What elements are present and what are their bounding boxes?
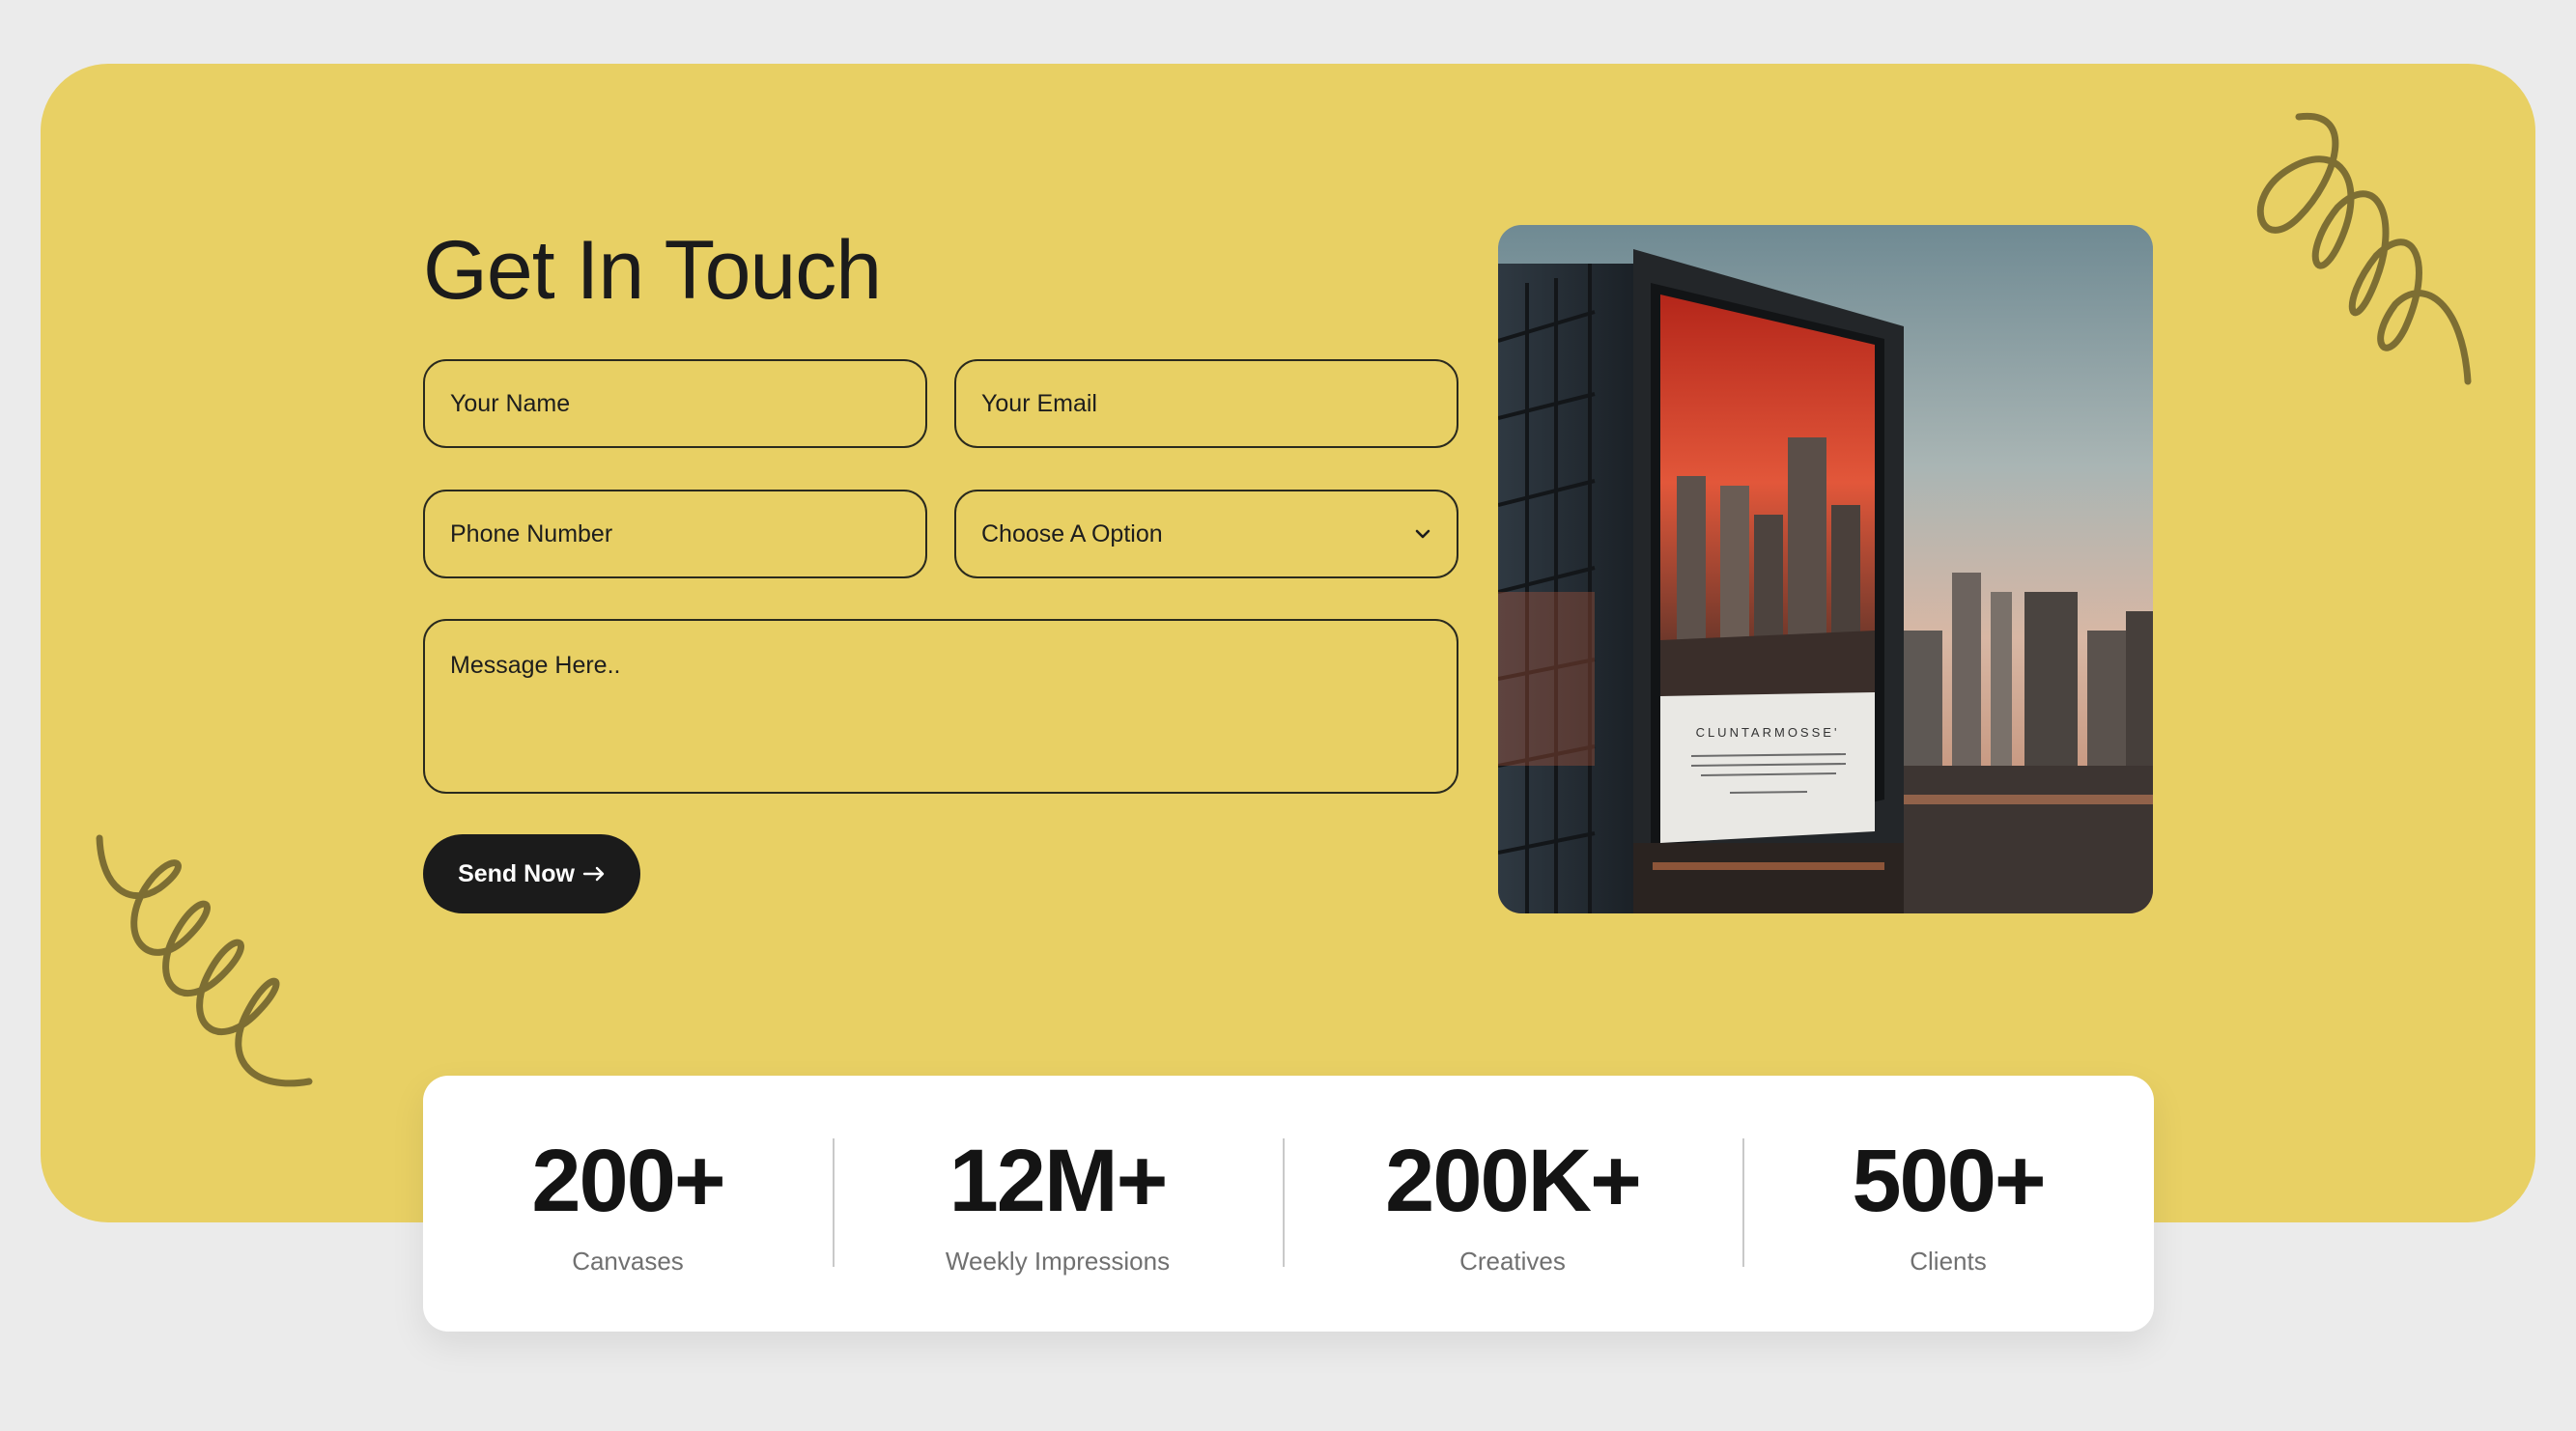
stat-creatives: 200K+ Creatives — [1283, 1076, 1742, 1332]
stat-label: Clients — [1910, 1247, 1987, 1276]
stat-label: Creatives — [1459, 1247, 1566, 1276]
stat-label: Weekly Impressions — [945, 1247, 1171, 1276]
page: Get In Touch Your Name Your Email Phone … — [0, 0, 2576, 1431]
stats-card: 200+ Canvases 12M+ Weekly Impressions 20… — [423, 1076, 2154, 1332]
message-field[interactable]: Message Here.. — [423, 619, 1458, 794]
chevron-down-icon — [1412, 523, 1433, 545]
arrow-right-icon — [582, 866, 606, 882]
email-field-placeholder: Your Email — [981, 389, 1097, 417]
option-select-value: Choose A Option — [981, 519, 1163, 547]
squiggle-decoration-bottom-left — [92, 830, 333, 1120]
squiggle-decoration-top-right — [2231, 111, 2473, 396]
billboard-brand-text: CLUNTARMOSSE' — [1696, 725, 1840, 740]
phone-field-placeholder: Phone Number — [450, 519, 613, 547]
phone-field[interactable]: Phone Number — [423, 490, 927, 578]
stat-weekly-impressions: 12M+ Weekly Impressions — [833, 1076, 1283, 1332]
send-button[interactable]: Send Now — [423, 834, 640, 913]
stat-clients: 500+ Clients — [1742, 1076, 2154, 1332]
option-select[interactable]: Choose A Option — [954, 490, 1458, 578]
stat-label: Canvases — [572, 1247, 684, 1276]
email-field[interactable]: Your Email — [954, 359, 1458, 448]
page-title: Get In Touch — [423, 224, 882, 317]
stat-value: 200+ — [531, 1132, 725, 1230]
message-field-placeholder: Message Here.. — [450, 652, 621, 679]
stat-value: 200K+ — [1385, 1132, 1642, 1230]
name-field[interactable]: Your Name — [423, 359, 927, 448]
stat-value: 12M+ — [948, 1132, 1169, 1230]
stat-canvases: 200+ Canvases — [423, 1076, 833, 1332]
send-button-label: Send Now — [458, 859, 575, 887]
name-field-placeholder: Your Name — [450, 389, 571, 417]
stat-value: 500+ — [1852, 1132, 2046, 1230]
billboard-photo: CLUNTARMOSSE' — [1498, 225, 2153, 913]
